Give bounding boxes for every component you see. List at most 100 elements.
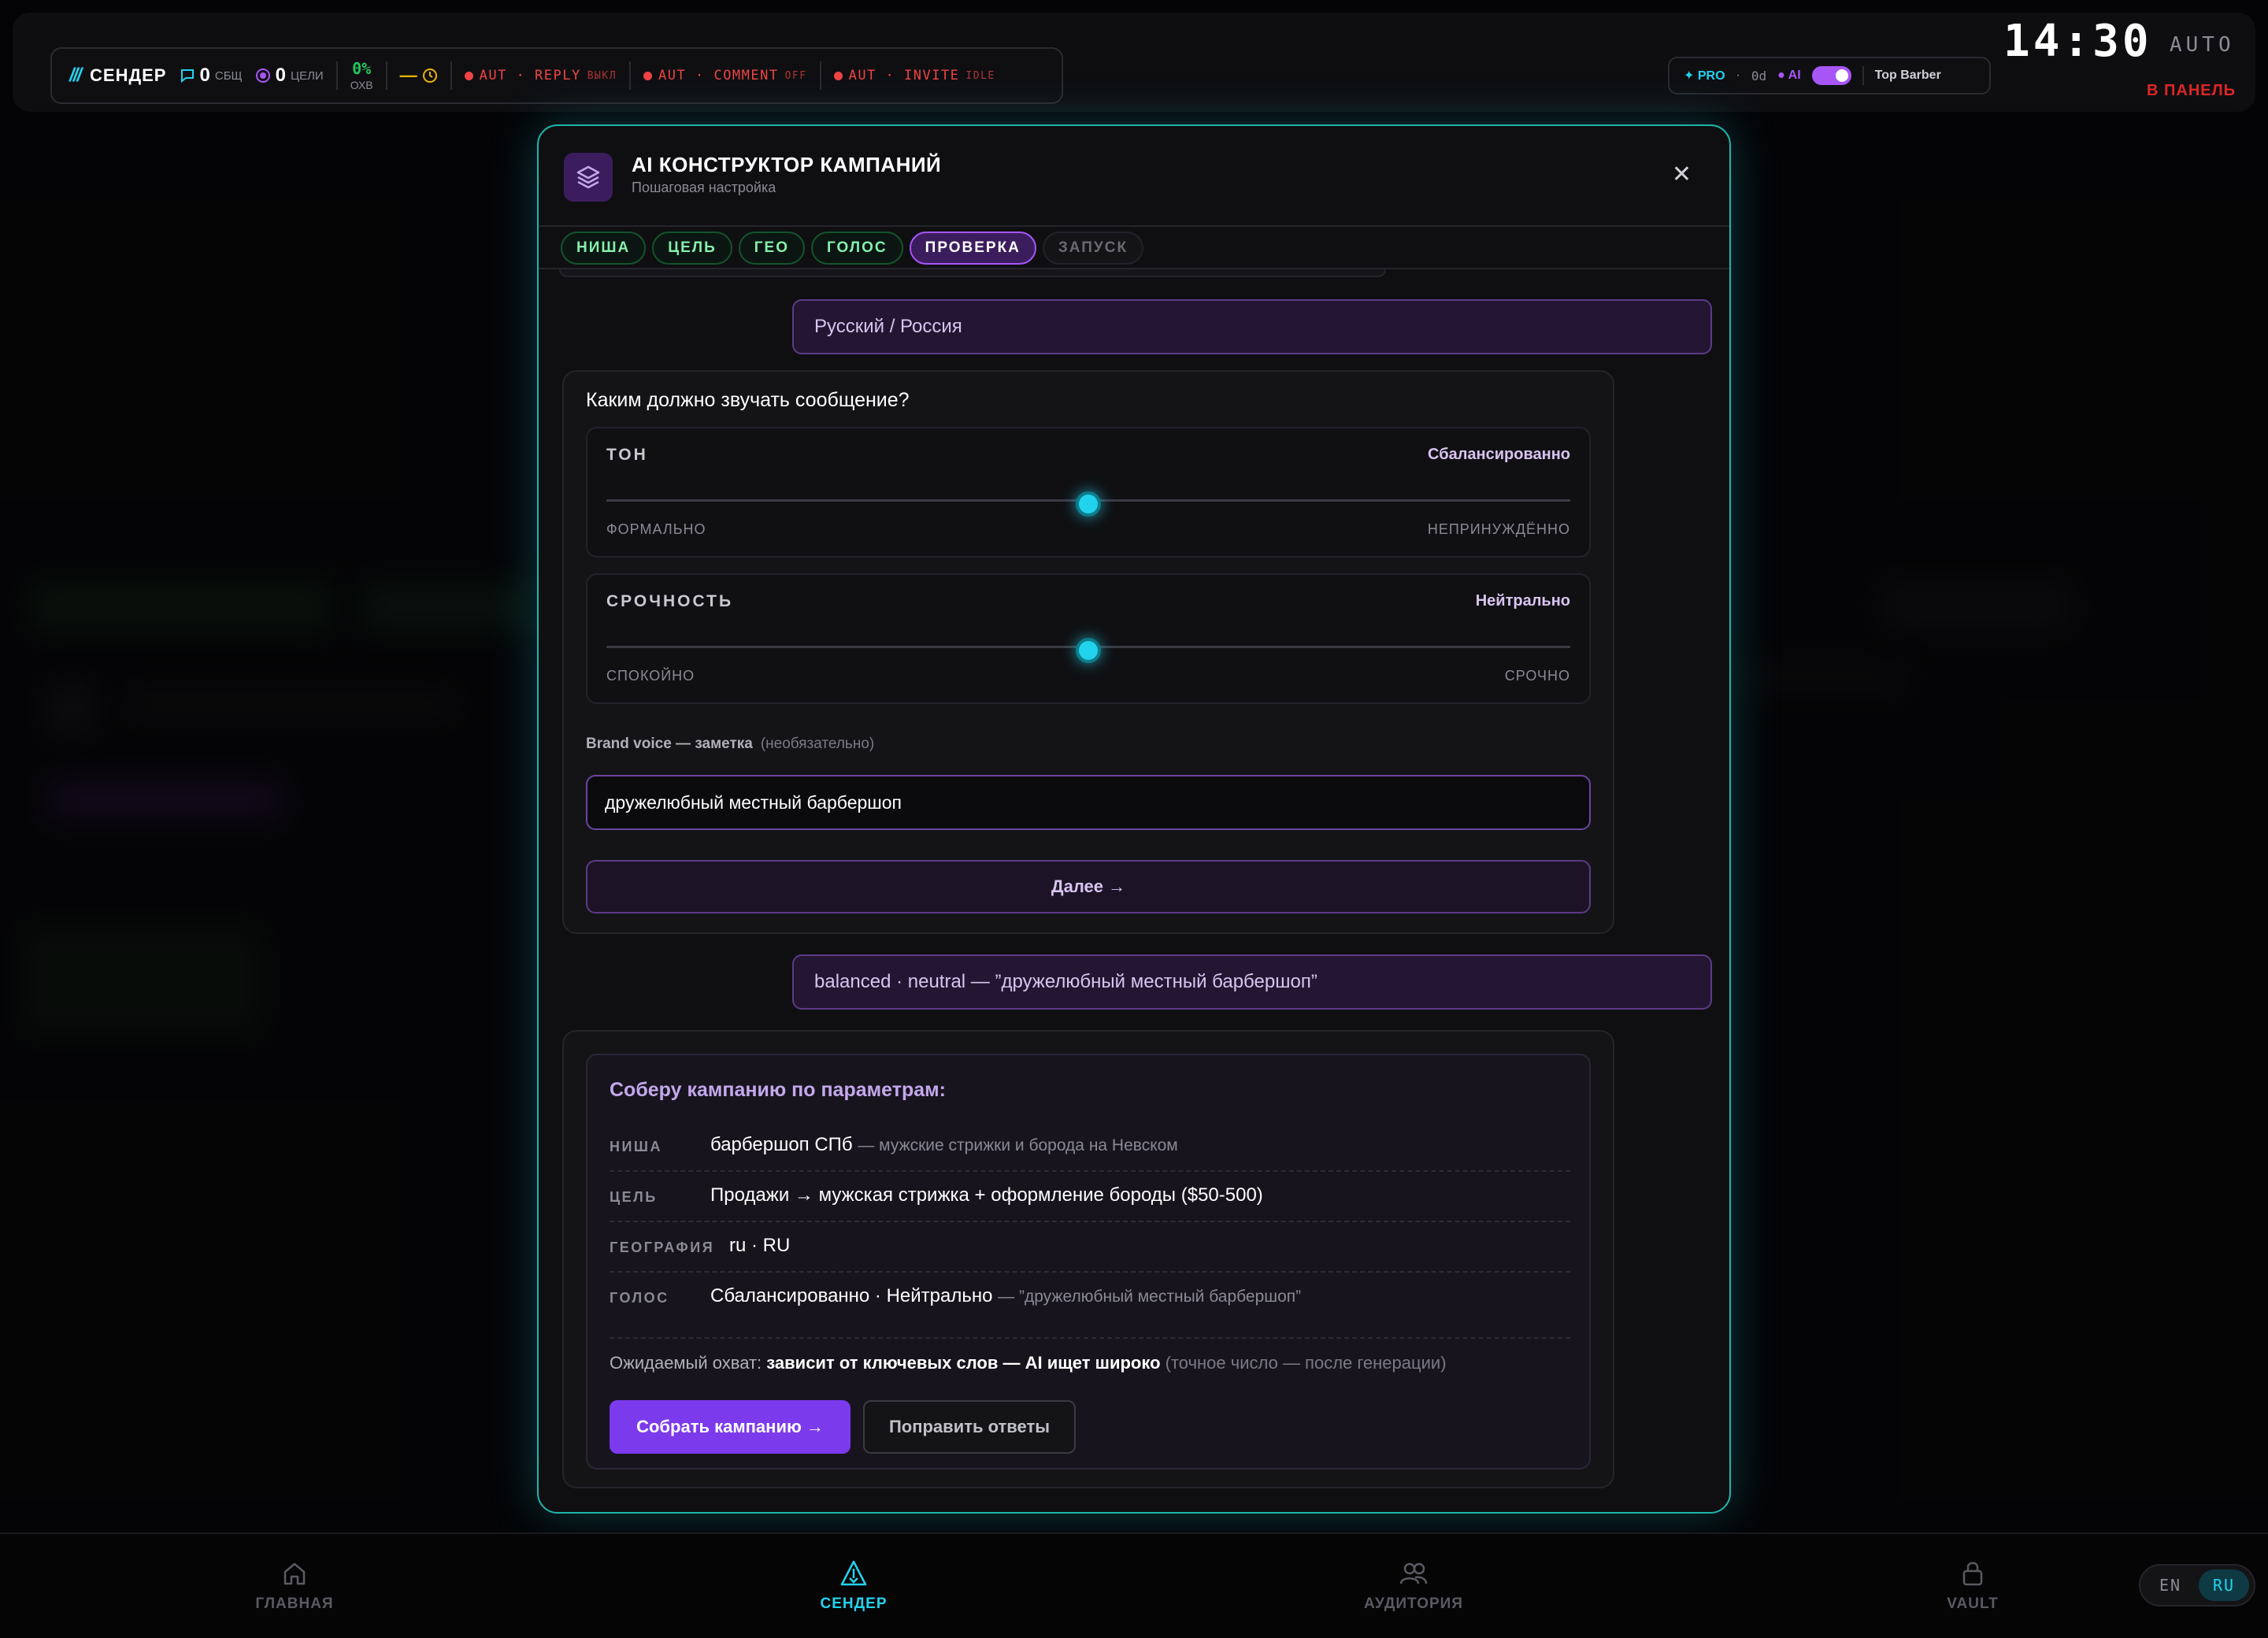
nav-home-label: ГЛАВНАЯ — [255, 1595, 334, 1612]
build-campaign-button[interactable]: Собрать кампанию → — [610, 1400, 850, 1454]
nav-sender-label: СЕНДЕР — [820, 1595, 888, 1612]
brand-slashes-icon: /// — [69, 65, 82, 86]
dash-icon: — — [399, 65, 417, 85]
message-icon — [180, 69, 194, 83]
messages-count: 0 — [199, 65, 210, 86]
niche-value: барбершоп СПб — [710, 1134, 853, 1155]
nav-audience-label: АУДИТОРИЯ — [1364, 1595, 1463, 1612]
urgency-slider-handle[interactable] — [1076, 638, 1101, 663]
step-goal[interactable]: ЦЕЛЬ — [652, 232, 732, 265]
urgency-max-label: СРОЧНО — [1504, 668, 1570, 684]
panel-link[interactable]: В ПАНЕЛЬ — [2147, 82, 2236, 100]
brand-logo[interactable]: /// СЕНДЕР — [69, 65, 167, 87]
brand-voice-input[interactable] — [586, 775, 1591, 830]
row-key: НИША — [610, 1139, 663, 1154]
divider — [629, 61, 632, 90]
review-card: Соберу кампанию по параметрам: НИША барб… — [562, 1030, 1614, 1488]
account-name[interactable]: Top Barber — [1875, 69, 1941, 83]
reach-stat: 0% ОХВ — [350, 61, 373, 91]
brand-voice-label: Brand voice — заметка (необязательно) — [586, 736, 874, 753]
divider — [335, 61, 338, 90]
previous-card-edge — [559, 269, 1386, 277]
account-pill: ✦ PRO · 0d ● AI Top Barber — [1668, 57, 1991, 94]
auto-reply-status[interactable]: AUT · REPLY ВЫКЛ — [464, 68, 617, 83]
urgency-min-label: СПОКОЙНО — [606, 668, 695, 684]
voice-answer-bubble: balanced · neutral — ”дружелюбный местны… — [792, 954, 1712, 1010]
days-remaining: 0d — [1751, 68, 1767, 83]
row-value: барбершоп СПб — мужские стрижки и борода… — [710, 1134, 1178, 1156]
niche-detail: — мужские стрижки и борода на Невском — [858, 1136, 1178, 1154]
tone-value: Сбалансированно — [1428, 446, 1570, 463]
step-voice[interactable]: ГОЛОС — [810, 232, 903, 265]
ai-label: ● AI — [1777, 69, 1801, 82]
step-tabs: НИША ЦЕЛЬ ГЕО ГОЛОС ПРОВЕРКА ЗАПУСК — [561, 228, 1144, 268]
goal-value: Продажи → мужская стрижка + оформление б… — [710, 1184, 1263, 1206]
step-review[interactable]: ПРОВЕРКА — [909, 232, 1036, 265]
nav-audience[interactable]: АУДИТОРИЯ — [1335, 1558, 1492, 1613]
reach-bold: зависит от ключевых слов — AI ищет широк… — [766, 1353, 1161, 1373]
pro-badge: ✦ PRO — [1684, 69, 1725, 83]
language-switch: EN RU — [2139, 1564, 2255, 1606]
messages-label: СБЩ — [214, 69, 243, 83]
chat-scroll-area[interactable]: Русский / Россия Каким должно звучать со… — [539, 269, 1729, 1512]
edit-answers-button[interactable]: Поправить ответы — [863, 1400, 1076, 1454]
lang-en[interactable]: EN — [2145, 1569, 2196, 1601]
reach-suffix: (точное число — после генерации) — [1165, 1353, 1447, 1373]
goals-label: ЦЕЛИ — [290, 69, 324, 83]
status-bar: /// СЕНДЕР 0 СБЩ 0 ЦЕЛИ 0% ОХВ — AUT · R… — [50, 47, 1063, 104]
lang-ru[interactable]: RU — [2199, 1569, 2249, 1601]
home-icon — [284, 1562, 306, 1585]
sender-icon — [840, 1560, 867, 1586]
summary-row-voice: ГОЛОС Сбалансированно · Нейтрально — ”др… — [610, 1273, 1570, 1339]
nav-home[interactable]: ГЛАВНАЯ — [216, 1558, 373, 1613]
layers-icon — [564, 153, 613, 202]
clock: 14:30 — [2003, 16, 2152, 67]
campaign-builder-modal: AI КОНСТРУКТОР КАМПАНИЙ Пошаговая настро… — [537, 124, 1731, 1514]
divider — [385, 61, 387, 90]
next-button[interactable]: Далее → — [586, 860, 1591, 914]
divider — [1862, 66, 1864, 85]
voice-detail: — ”дружелюбный местный барбершоп” — [998, 1288, 1302, 1306]
step-niche[interactable]: НИША — [561, 232, 647, 265]
timer-stat: — — [400, 65, 438, 86]
voice-value: Сбалансированно · Нейтрально — [710, 1285, 993, 1306]
urgency-label: СРОЧНОСТЬ — [606, 592, 734, 610]
messages-stat: 0 СБЩ — [180, 65, 243, 87]
nav-sender[interactable]: СЕНДЕР — [775, 1558, 932, 1613]
voice-question: Каким должно звучать сообщение? — [586, 389, 910, 411]
auto-comment-status[interactable]: AUT · COMMENT OFF — [643, 68, 807, 83]
dot-separator: · — [1736, 69, 1740, 82]
auto-comment-label: AUT · COMMENT — [658, 68, 779, 83]
summary-row-goal: ЦЕЛЬ Продажи → мужская стрижка + оформле… — [610, 1172, 1570, 1222]
tone-min-label: ФОРМАЛЬНО — [606, 521, 706, 537]
tone-slider-box: ТОН Сбалансированно ФОРМАЛЬНО НЕПРИНУЖДЁ… — [586, 427, 1591, 558]
row-key: ГЕОГРАФИЯ — [610, 1240, 715, 1255]
auto-mode-label: AUTO — [2170, 33, 2235, 57]
modal-header: AI КОНСТРУКТОР КАМПАНИЙ Пошаговая настро… — [539, 126, 1729, 227]
brand-voice-title: Brand voice — заметка — [586, 736, 753, 752]
status-dot-icon — [833, 71, 843, 80]
status-dot-icon — [643, 71, 653, 80]
brand-name: СЕНДЕР — [90, 65, 167, 85]
tone-slider-handle[interactable] — [1076, 491, 1101, 517]
ai-toggle[interactable] — [1811, 66, 1851, 85]
geo-answer-bubble: Русский / Россия — [792, 299, 1712, 354]
auto-invite-label: AUT · INVITE — [848, 68, 960, 83]
divider — [450, 61, 452, 90]
top-bar: /// СЕНДЕР 0 СБЩ 0 ЦЕЛИ 0% ОХВ — AUT · R… — [13, 13, 2255, 112]
summary-title: Соберу кампанию по параметрам: — [610, 1079, 946, 1101]
step-launch[interactable]: ЗАПУСК — [1042, 232, 1144, 265]
geo-value: ru · RU — [729, 1235, 791, 1256]
auto-comment-state: OFF — [784, 69, 807, 82]
goals-count: 0 — [275, 65, 286, 86]
step-geo[interactable]: ГЕО — [738, 232, 805, 265]
close-icon[interactable]: ✕ — [1672, 161, 1692, 188]
summary-box: Соберу кампанию по параметрам: НИША барб… — [586, 1054, 1591, 1469]
row-key: ЦЕЛЬ — [610, 1189, 658, 1205]
bottom-nav: ГЛАВНАЯ СЕНДЕР АУДИТОРИЯ VAULT — [0, 1532, 2268, 1638]
divider — [819, 61, 821, 90]
urgency-slider-box: СРОЧНОСТЬ Нейтрально СПОКОЙНО СРОЧНО — [586, 573, 1591, 704]
auto-invite-status[interactable]: AUT · INVITE IDLE — [833, 68, 995, 83]
reach-label: ОХВ — [350, 79, 373, 91]
nav-vault[interactable]: VAULT — [1894, 1558, 2051, 1613]
